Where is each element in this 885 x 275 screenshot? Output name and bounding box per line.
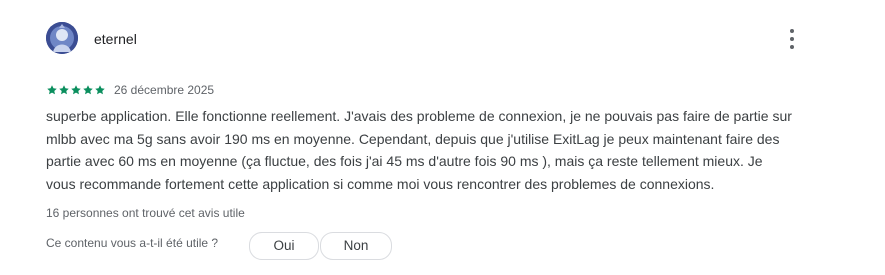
review-text-line: vous recommande fortement cette applicat… [46, 175, 715, 192]
review-text: superbe application. Elle fonctionne ree… [46, 105, 826, 195]
review-card: eternel 26 décembre 2025 superbe applica… [0, 0, 885, 275]
star-icon [47, 85, 57, 95]
star-icon [71, 85, 81, 95]
more-vert-icon-dot [790, 37, 794, 41]
yes-button[interactable]: Oui [249, 232, 319, 260]
more-vert-icon-dot [790, 45, 794, 49]
no-button[interactable]: Non [320, 232, 392, 260]
review-text-line: superbe application. Elle fonctionne ree… [46, 108, 792, 124]
star-rating [46, 84, 106, 96]
star-icon [95, 85, 105, 95]
review-text-line: mlbb avec ma 5g sans avoir 190 ms en moy… [46, 130, 780, 147]
more-vert-icon [790, 29, 794, 33]
review-meta: 26 décembre 2025 [46, 82, 214, 98]
review-header: eternel [46, 22, 816, 58]
avatar [46, 22, 78, 54]
more-options-button[interactable] [780, 27, 804, 51]
review-text-line: partie avec 60 ms en moyenne (ça fluctue… [46, 153, 763, 169]
author-name: eternel [94, 31, 137, 47]
helpful-question: Ce contenu vous a-t-il été utile ? [46, 236, 219, 250]
review-date: 26 décembre 2025 [114, 83, 215, 97]
star-icon [59, 85, 69, 95]
star-icon [83, 85, 93, 95]
helpful-count: 16 personnes ont trouvé cet avis utile [46, 206, 245, 220]
